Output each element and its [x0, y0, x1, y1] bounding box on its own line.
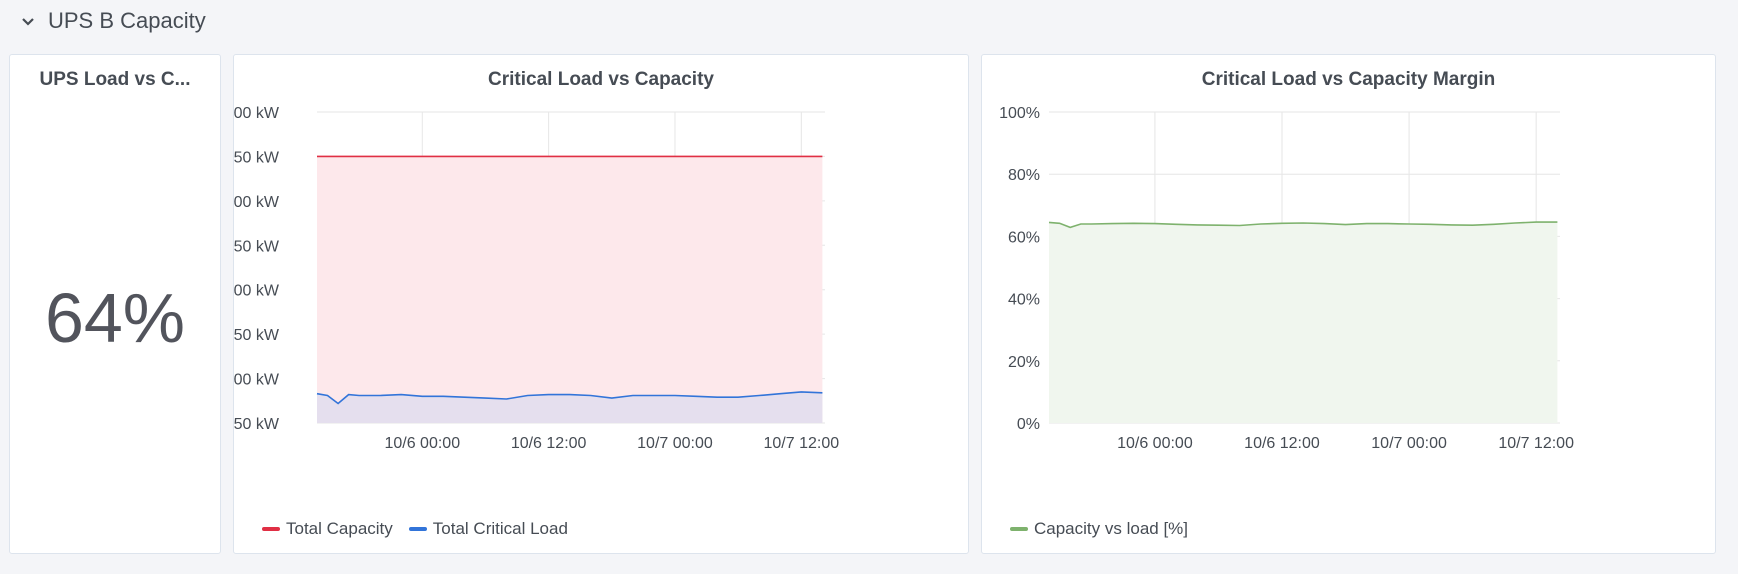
x-tick-label: 10/7 12:00 — [763, 435, 839, 452]
chart-load-vs-capacity[interactable]: 800 kW 750 kW 700 kW 650 kW 600 kW 550 kW 500 … — [234, 55, 970, 515]
y-tick-label: 80% — [1008, 167, 1040, 184]
legend-label: Capacity vs load [%] — [1034, 519, 1189, 538]
y-tick-label: 40% — [1008, 292, 1040, 309]
panel-title[interactable]: UPS Load vs C... — [10, 69, 220, 91]
x-tick-label: 10/6 12:00 — [1244, 435, 1320, 452]
stat-panel: UPS Load vs C... 64% — [9, 54, 221, 554]
legend-label: Total Critical Load — [432, 519, 568, 538]
y-tick-label: 700 kW — [234, 194, 280, 211]
x-tick-label: 10/6 12:00 — [511, 435, 587, 452]
series-area — [317, 156, 823, 423]
legend-item[interactable]: Capacity vs load [%] — [1010, 519, 1188, 539]
chart-panel-capacity-margin: Critical Load vs Capacity Margin 100% 80%… — [981, 54, 1716, 554]
legend-swatch — [1010, 527, 1028, 531]
row-header: UPS B Capacity — [0, 0, 1738, 44]
y-tick-label: 100% — [999, 105, 1040, 122]
legend: Capacity vs load [%] — [1010, 519, 1204, 539]
x-tick-label: 10/7 12:00 — [1498, 435, 1574, 452]
y-tick-label: 0% — [1017, 416, 1040, 433]
y-tick-label: 550 kW — [234, 327, 280, 344]
series-area — [1049, 222, 1558, 423]
legend-label: Total Capacity — [286, 519, 393, 538]
stat-value: 64% — [44, 279, 186, 357]
y-tick-label: 500 kW — [234, 372, 280, 389]
legend-swatch — [408, 527, 427, 531]
y-tick-label: 600 kW — [234, 283, 280, 300]
y-tick-label: 800 kW — [234, 105, 280, 122]
chevron-down-icon[interactable] — [21, 15, 35, 29]
legend-item[interactable]: Total Critical Load — [408, 519, 568, 539]
x-tick-label: 10/6 00:00 — [384, 435, 460, 452]
legend-item[interactable]: Total Capacity — [262, 519, 393, 539]
y-tick-label: 450 kW — [234, 416, 280, 433]
y-tick-label: 650 kW — [234, 238, 280, 255]
y-tick-label: 60% — [1008, 229, 1040, 246]
chart-capacity-margin[interactable]: 100% 80% 60% 40% 20% 0% 10/6 00:00 10/6 12:00 10… — [982, 55, 1717, 515]
y-tick-label: 20% — [1008, 354, 1040, 371]
x-tick-label: 10/6 00:00 — [1117, 435, 1193, 452]
y-tick-label: 750 kW — [234, 149, 280, 166]
chart-panel-load-vs-capacity: Critical Load vs Capacity 800 kW750 kW70… — [233, 54, 969, 554]
legend: Total Capacity Total Critical Load — [262, 519, 584, 539]
legend-swatch — [262, 527, 280, 531]
row-title[interactable]: UPS B Capacity — [48, 8, 206, 34]
x-tick-label: 10/7 00:00 — [637, 435, 713, 452]
x-tick-label: 10/7 00:00 — [1371, 435, 1447, 452]
